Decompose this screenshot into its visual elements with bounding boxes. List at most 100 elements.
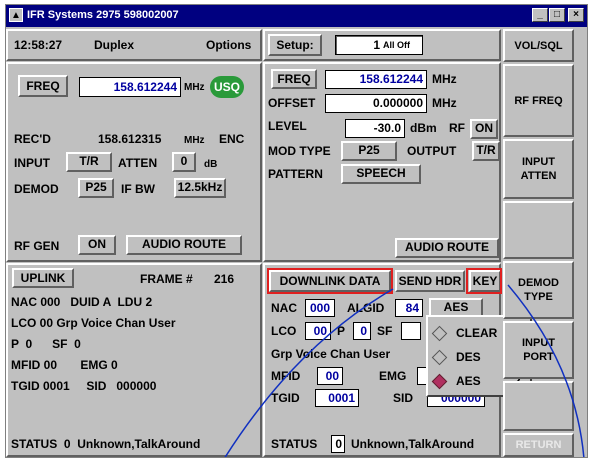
ifbw-select[interactable]: 12.5kHz bbox=[174, 178, 226, 198]
side-button-column: VOL/SQL RF FREQ INPUT ATTEN DEMOD TYPE I… bbox=[503, 29, 578, 457]
demod-type-button[interactable]: DEMOD TYPE bbox=[503, 261, 574, 319]
dl-lco-label: LCO bbox=[271, 324, 297, 338]
rf-toggle[interactable]: ON bbox=[470, 119, 498, 139]
rfgen-toggle[interactable]: ON bbox=[78, 235, 116, 255]
maximize-button[interactable]: □ bbox=[549, 8, 565, 22]
enc-indicator: ENC bbox=[219, 132, 245, 146]
recd-unit: MHz bbox=[184, 135, 205, 146]
status-toolbar: 12:58:27 Duplex Options bbox=[6, 29, 262, 61]
app-window: ▲ IFR Systems 2975 598002007 _ □ × 12:58… bbox=[5, 4, 588, 458]
algid-label: ALGID bbox=[347, 301, 385, 315]
title-bar: ▲ IFR Systems 2975 598002007 _ □ × bbox=[6, 5, 587, 27]
tx-audio-route-button[interactable]: AUDIO ROUTE bbox=[395, 238, 499, 258]
return-button[interactable]: RETURN bbox=[503, 433, 574, 457]
dl-sf-value[interactable] bbox=[401, 322, 421, 340]
uplink-panel: UPLINK FRAME # 216 NAC 000 DUID A LDU 2 … bbox=[6, 263, 262, 457]
downlink-highlight bbox=[267, 268, 393, 294]
uplink-psf-line: P 0 SF 0 bbox=[11, 337, 81, 351]
dl-status-value[interactable]: 0 bbox=[331, 435, 345, 453]
dl-tgid-value[interactable]: 0001 bbox=[315, 389, 359, 407]
dl-p-label: P bbox=[337, 324, 346, 338]
modtype-label: MOD TYPE bbox=[268, 144, 331, 158]
pattern-select[interactable]: SPEECH bbox=[341, 164, 421, 184]
send-hdr-button[interactable]: SEND HDR bbox=[395, 270, 465, 292]
setup-button[interactable]: Setup: bbox=[268, 34, 322, 56]
options-menu[interactable]: Options bbox=[206, 38, 251, 53]
recd-label: REC'D bbox=[14, 132, 51, 146]
atten-select[interactable]: 0 bbox=[172, 152, 196, 172]
setup-bar: Setup: 1 All Off bbox=[263, 29, 501, 61]
clock: 12:58:27 bbox=[14, 38, 63, 52]
rx-freq-value[interactable]: 158.612244 bbox=[79, 77, 181, 97]
key-option-clear[interactable]: CLEAR 0 bbox=[431, 323, 521, 343]
level-value[interactable]: -30.0 bbox=[345, 119, 405, 138]
uplink-button[interactable]: UPLINK bbox=[12, 268, 74, 288]
uplink-tgid-line: TGID 0001 SID 000000 bbox=[11, 379, 157, 393]
frame-value: 216 bbox=[214, 272, 235, 286]
uplink-nac-line: NAC 000 DUID A LDU 2 bbox=[11, 295, 153, 309]
atten-label: ATTEN bbox=[118, 156, 158, 170]
usq-badge: USQ bbox=[210, 76, 244, 98]
vol-sql-button[interactable]: VOL/SQL bbox=[503, 29, 574, 62]
key-option-des[interactable]: DES 1 bbox=[431, 347, 521, 367]
close-button[interactable]: × bbox=[568, 8, 584, 22]
rx-freq-unit: MHz bbox=[184, 82, 205, 93]
setup-name: All Off bbox=[383, 40, 410, 50]
dl-tgid-label: TGID bbox=[271, 391, 300, 405]
rf-label: RF bbox=[449, 121, 465, 135]
dl-sid-label: SID bbox=[393, 391, 414, 405]
key-option-label: AES bbox=[456, 374, 481, 388]
pattern-label: PATTERN bbox=[268, 167, 323, 181]
input-label: INPUT bbox=[14, 156, 50, 170]
key-option-aes[interactable]: AES 2 bbox=[431, 371, 521, 391]
offset-value[interactable]: 0.000000 bbox=[325, 94, 427, 113]
dl-status-text: Unknown,TalkAround bbox=[351, 437, 475, 451]
algid-value[interactable]: 84 bbox=[395, 299, 423, 317]
setup-number: 1 bbox=[373, 38, 380, 52]
key-option-label: DES bbox=[456, 350, 481, 364]
tx-freq-value[interactable]: 158.612244 bbox=[325, 70, 427, 89]
modtype-select[interactable]: P25 bbox=[341, 141, 397, 161]
rfgen-label: RF GEN bbox=[14, 239, 60, 253]
input-select[interactable]: T/R bbox=[66, 152, 112, 172]
dl-p-value[interactable]: 0 bbox=[353, 322, 371, 340]
level-unit: dBm bbox=[410, 121, 437, 135]
demod-select[interactable]: P25 bbox=[78, 178, 114, 198]
blank-side-button-1[interactable] bbox=[503, 201, 574, 259]
output-select[interactable]: T/R bbox=[472, 141, 500, 161]
receiver-panel: FREQ 158.612244 MHz USQ REC'D 158.612315… bbox=[6, 62, 262, 262]
rx-freq-button[interactable]: FREQ bbox=[18, 75, 68, 97]
offset-label: OFFSET bbox=[268, 96, 316, 110]
rx-audio-route-button[interactable]: AUDIO ROUTE bbox=[126, 235, 242, 255]
output-label: OUTPUT bbox=[407, 144, 457, 158]
minimize-button[interactable]: _ bbox=[532, 8, 548, 22]
frame-label: FRAME # bbox=[140, 272, 193, 286]
uplink-lco-line: LCO 00 Grp Voice Chan User bbox=[11, 316, 176, 330]
input-port-button[interactable]: INPUT PORT bbox=[503, 321, 574, 379]
dl-nac-label: NAC bbox=[271, 301, 297, 315]
transmitter-panel: FREQ 158.612244 MHz OFFSET 0.000000 MHz … bbox=[263, 62, 501, 262]
offset-unit: MHz bbox=[432, 96, 457, 110]
ifbw-label: IF BW bbox=[121, 182, 155, 196]
uplink-mfid-line: MFID 00 EMG 0 bbox=[11, 358, 118, 372]
dl-mfid-value[interactable]: 00 bbox=[317, 367, 343, 385]
blank-side-button-2[interactable] bbox=[503, 381, 574, 431]
atten-unit: dB bbox=[204, 159, 218, 170]
dl-grp-voice: Grp Voice Chan User bbox=[271, 347, 391, 361]
window-title: IFR Systems 2975 598002007 bbox=[27, 9, 179, 21]
input-atten-button[interactable]: INPUT ATTEN bbox=[503, 139, 574, 199]
dl-emg-label: EMG bbox=[379, 369, 407, 383]
dl-lco-value[interactable]: 00 bbox=[305, 322, 331, 340]
recd-value: 158.612315 bbox=[98, 132, 162, 146]
dl-status-label: STATUS bbox=[271, 437, 318, 451]
tx-freq-unit: MHz bbox=[432, 72, 457, 86]
dl-sf-label: SF bbox=[377, 324, 393, 338]
dl-nac-value[interactable]: 000 bbox=[305, 299, 335, 317]
radio-diamond-icon bbox=[431, 325, 448, 342]
dl-mfid-label: MFID bbox=[271, 369, 301, 383]
key-option-label: CLEAR bbox=[456, 326, 498, 340]
radio-diamond-icon bbox=[431, 349, 448, 366]
rf-freq-button[interactable]: RF FREQ bbox=[503, 64, 574, 137]
setup-select[interactable]: 1 All Off bbox=[335, 35, 423, 55]
tx-freq-button[interactable]: FREQ bbox=[271, 69, 317, 89]
